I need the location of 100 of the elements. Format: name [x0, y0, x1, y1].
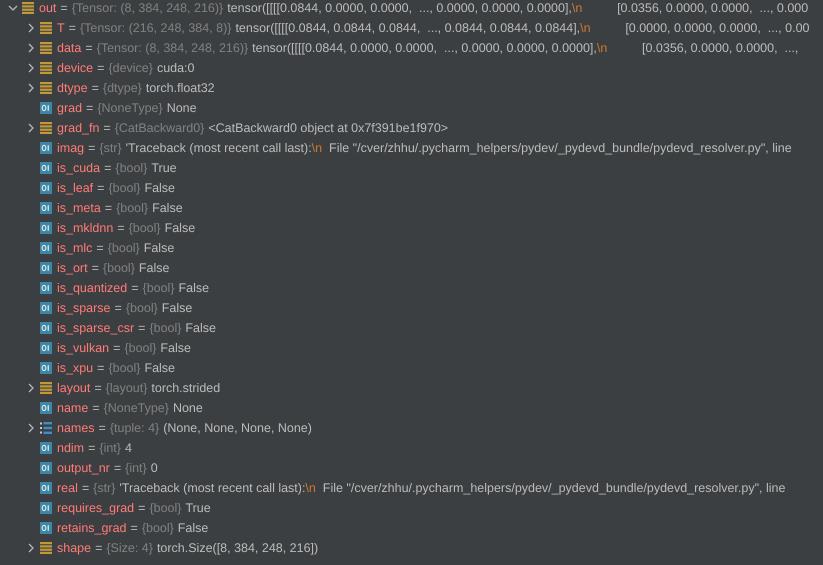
variable-name: T	[57, 20, 65, 37]
type-label: {str}	[99, 140, 122, 157]
variable-name: out	[39, 0, 56, 17]
binary-value-icon	[40, 242, 52, 254]
value-text: tensor([[[[0.0844, 0.0000, 0.0000, ..., 0.0000, 0.0000, 0.0000],	[227, 0, 572, 17]
equals-sign: =	[85, 40, 93, 57]
type-label: {bool}	[142, 280, 174, 297]
value-text: False	[178, 280, 210, 297]
equals-sign: =	[98, 420, 106, 437]
type-label: {bool}	[116, 200, 148, 217]
stack-icon	[40, 82, 52, 94]
equals-sign: =	[88, 140, 96, 157]
equals-sign: =	[130, 520, 138, 537]
chevron-right-icon[interactable]	[26, 43, 36, 53]
value-text: True	[151, 160, 177, 177]
stack-icon	[40, 122, 52, 134]
chevron-right-icon[interactable]	[26, 83, 36, 93]
variable-name: names	[57, 420, 95, 437]
type-label: {Tensor: (8, 384, 248, 216)}	[96, 40, 248, 57]
value-text: tensor([[[[0.0844, 0.0000, 0.0000, ..., 0.0000, 0.0000, 0.0000],	[252, 40, 597, 57]
variable-name: is_cuda	[57, 160, 100, 177]
value-text: [0.0000, 0.0000, 0.0000, ..., 0.00	[624, 20, 810, 37]
chevron-down-icon[interactable]	[8, 3, 18, 13]
equals-sign: =	[95, 540, 102, 557]
type-label: {int}	[125, 460, 147, 477]
variable-name: layout	[57, 380, 90, 397]
type-label: {Tensor: (8, 384, 248, 216)}	[72, 0, 224, 17]
value-text: torch.float32	[146, 80, 215, 97]
equals-sign: =	[82, 480, 90, 497]
equals-sign: =	[117, 220, 125, 237]
equals-sign: =	[97, 60, 104, 77]
variable-name: is_leaf	[57, 180, 94, 197]
type-label: {bool}	[149, 500, 182, 517]
type-label: {str}	[93, 480, 116, 497]
value-text: File "/cver/zhhu/.pycharm_helpers/pydev/_pydevd_bundle/pydevd_resolver.py", line	[322, 480, 786, 497]
equals-sign: =	[60, 0, 68, 17]
binary-value-icon	[40, 442, 52, 454]
type-label: {bool}	[128, 220, 161, 237]
variable-name: is_xpu	[57, 360, 94, 377]
type-label: {bool}	[108, 240, 140, 257]
chevron-right-icon[interactable]	[26, 383, 36, 393]
equals-sign: =	[138, 320, 146, 337]
equals-sign: =	[104, 200, 112, 217]
stack-icon	[40, 42, 52, 54]
variable-name: requires_grad	[57, 500, 134, 517]
value-text: <CatBackward0 object at 0x7f391be1f970>	[208, 120, 448, 137]
type-label: {bool}	[124, 340, 156, 357]
escape-sequence: \n	[305, 480, 316, 497]
binary-value-icon	[40, 162, 52, 174]
chevron-right-icon[interactable]	[26, 63, 36, 73]
variable-name: is_quantized	[57, 280, 128, 297]
value-text: torch.Size([8, 384, 248, 216])	[156, 540, 318, 557]
binary-value-icon	[40, 482, 52, 494]
value-text: False	[144, 180, 176, 197]
value-text: [0.0356, 0.0000, 0.0000, ...,	[641, 40, 798, 57]
binary-value-icon	[40, 202, 52, 214]
type-label: {Tensor: (216, 248, 384, 8)}	[80, 20, 232, 37]
variable-name: device	[57, 60, 94, 77]
binary-value-icon	[40, 302, 52, 314]
type-label: {Size: 4}	[106, 540, 153, 557]
equals-sign: =	[113, 340, 120, 357]
equals-sign: =	[138, 500, 146, 517]
value-text: File "/cver/zhhu/.pycharm_helpers/pydev/_pydevd_bundle/pydevd_resolver.py", line	[328, 140, 792, 157]
variable-name: imag	[57, 140, 84, 157]
value-text: None	[172, 400, 203, 417]
value-text: None	[166, 100, 197, 117]
type-label: {bool}	[149, 320, 182, 337]
variable-name: ndim	[57, 440, 84, 457]
variable-name: grad	[57, 100, 82, 117]
value-text: False	[162, 300, 192, 317]
value-text: torch.strided	[151, 380, 220, 397]
equals-sign: =	[94, 380, 102, 397]
variable-name: grad_fn	[57, 120, 100, 137]
type-label: {CatBackward0}	[114, 120, 204, 137]
equals-sign: =	[97, 360, 104, 377]
escape-sequence: \n	[572, 0, 582, 17]
value-text: cuda:0	[156, 60, 194, 77]
chevron-right-icon[interactable]	[26, 23, 36, 33]
chevron-right-icon[interactable]	[26, 423, 36, 433]
equals-sign: =	[68, 20, 76, 37]
binary-value-icon	[40, 222, 52, 234]
type-label: {bool}	[142, 520, 174, 537]
variable-name: dtype	[57, 80, 88, 97]
escape-sequence: \n	[596, 40, 608, 57]
binary-value-icon	[40, 362, 52, 374]
type-label: {NoneType}	[97, 100, 163, 117]
type-label: {int}	[99, 440, 121, 457]
value-text: True	[185, 500, 211, 517]
variable-name: data	[57, 40, 82, 57]
chevron-right-icon[interactable]	[26, 123, 36, 133]
equals-sign: =	[92, 260, 99, 277]
stack-icon	[40, 62, 52, 74]
equals-sign: =	[131, 280, 139, 297]
binary-value-icon	[40, 182, 52, 194]
value-text: False	[178, 520, 208, 537]
chevron-right-icon[interactable]	[26, 543, 36, 553]
variable-name: is_mlc	[57, 240, 92, 257]
variable-name: shape	[57, 540, 92, 557]
variable-name: is_mkldnn	[57, 220, 114, 237]
variable-name: is_vulkan	[57, 340, 110, 357]
